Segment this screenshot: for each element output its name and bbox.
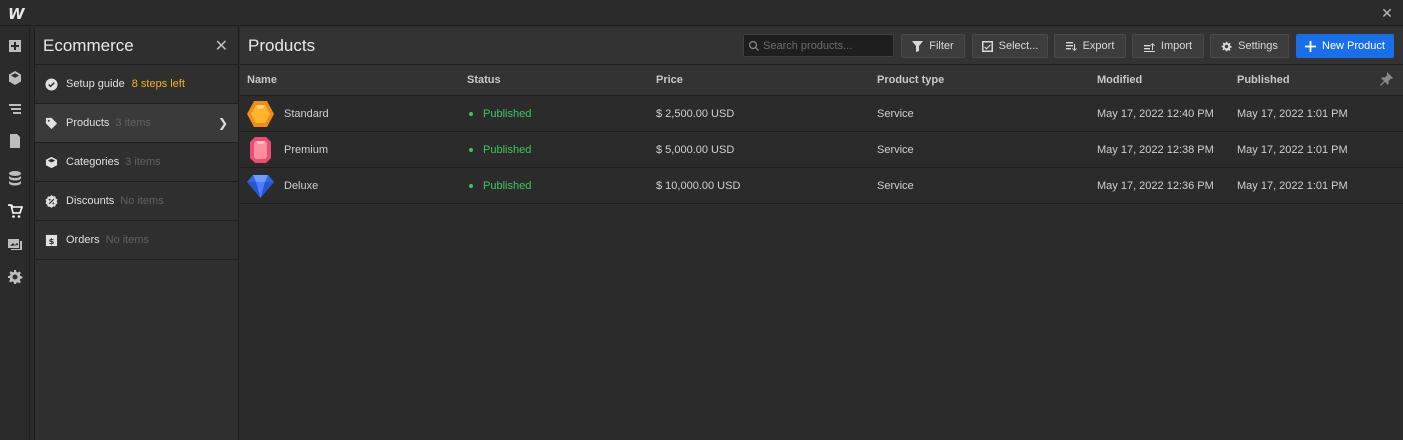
nav-item-orders[interactable]: $ Orders No items — [35, 221, 238, 260]
import-button[interactable]: Import — [1132, 34, 1204, 58]
settings-button[interactable]: Settings — [1210, 34, 1289, 58]
modified-date: May 17, 2022 12:40 PM — [1097, 108, 1214, 120]
nav-count: No items — [120, 195, 164, 207]
column-header-published[interactable]: Published — [1237, 74, 1290, 86]
nav-item-categories[interactable]: Categories 3 items — [35, 143, 238, 182]
box-icon — [45, 156, 58, 169]
products-toolbar: Products Filter Select... Export Import … — [240, 27, 1403, 65]
product-price: $ 5,000.00 USD — [656, 144, 735, 156]
export-icon — [1065, 41, 1077, 51]
product-type: Service — [877, 108, 914, 120]
assets-icon[interactable] — [5, 234, 25, 254]
tag-icon — [45, 117, 58, 130]
search-input[interactable] — [763, 39, 883, 52]
column-header-status[interactable]: Status — [467, 74, 501, 86]
chevron-right-icon: ❯ — [217, 116, 228, 130]
nav-label: Categories — [66, 156, 120, 168]
svg-text:$: $ — [49, 235, 55, 245]
new-product-button[interactable]: New Product — [1296, 34, 1394, 58]
nav-count: 3 items — [125, 156, 161, 168]
nav-label: Products — [66, 117, 110, 129]
checkbox-icon — [981, 40, 993, 52]
discount-badge-icon — [45, 194, 58, 208]
panel-title: Ecommerce — [43, 36, 134, 55]
status-badge: Published — [469, 108, 531, 120]
orange-gem-icon — [247, 101, 274, 127]
webflow-logo: W — [8, 5, 25, 23]
nav-item-discounts[interactable]: Discounts No items — [35, 182, 238, 221]
setup-steps-left: 8 steps left — [131, 78, 185, 90]
status-badge: Published — [469, 180, 531, 192]
left-toolbar — [0, 27, 30, 440]
published-date: May 17, 2022 1:01 PM — [1237, 180, 1348, 192]
top-bar: W ✕ — [0, 0, 1403, 26]
search-icon — [749, 40, 759, 51]
nav-label: Orders — [66, 234, 100, 246]
table-row[interactable]: Deluxe Published $ 10,000.00 USD Service… — [240, 168, 1403, 204]
nav-item-products[interactable]: Products 3 items ❯ — [35, 104, 238, 143]
table-header: Name Status Price Product type Modified … — [240, 65, 1403, 96]
settings-label: Settings — [1238, 40, 1278, 52]
filter-button[interactable]: Filter — [901, 34, 965, 58]
published-date: May 17, 2022 1:01 PM — [1237, 144, 1348, 156]
table-row[interactable]: Standard Published $ 2,500.00 USD Servic… — [240, 96, 1403, 132]
nav-item-setup-guide[interactable]: Setup guide 8 steps left — [35, 65, 238, 104]
ecommerce-cart-icon[interactable] — [5, 201, 25, 221]
select-label: Select... — [998, 40, 1039, 52]
close-icon[interactable]: ✕ — [215, 36, 228, 56]
nav-count: No items — [105, 234, 150, 246]
select-button[interactable]: Select... — [972, 34, 1048, 58]
pink-gem-icon — [250, 137, 271, 163]
components-icon[interactable] — [5, 68, 25, 88]
product-type: Service — [877, 180, 914, 192]
product-name: Standard — [284, 108, 329, 120]
cms-icon[interactable] — [5, 168, 25, 188]
close-icon[interactable]: ✕ — [1377, 3, 1397, 23]
export-button[interactable]: Export — [1054, 34, 1126, 58]
import-label: Import — [1160, 40, 1193, 52]
nav-label: Setup guide — [66, 78, 125, 90]
column-header-product-type[interactable]: Product type — [877, 74, 944, 86]
product-price: $ 2,500.00 USD — [656, 108, 735, 120]
gear-icon — [1221, 41, 1232, 51]
plus-icon — [1305, 40, 1316, 52]
settings-gear-icon[interactable] — [5, 267, 25, 287]
status-badge: Published — [469, 144, 531, 156]
column-header-price[interactable]: Price — [656, 74, 683, 86]
new-product-label: New Product — [1322, 40, 1385, 52]
modified-date: May 17, 2022 12:36 PM — [1097, 180, 1214, 192]
export-label: Export — [1082, 40, 1115, 52]
published-date: May 17, 2022 1:01 PM — [1237, 108, 1348, 120]
nav-count: 3 items — [115, 117, 151, 129]
column-header-name[interactable]: Name — [247, 74, 277, 86]
product-price: $ 10,000.00 USD — [656, 180, 741, 192]
import-icon — [1143, 42, 1155, 52]
nav-label: Discounts — [66, 195, 115, 207]
product-type: Service — [877, 144, 914, 156]
table-row[interactable]: Premium Published $ 5,000.00 USD Service… — [240, 132, 1403, 168]
add-panel-icon[interactable] — [5, 36, 25, 56]
products-view: Products Filter Select... Export Import … — [240, 27, 1403, 440]
modified-date: May 17, 2022 12:38 PM — [1097, 144, 1214, 156]
page-title: Products — [248, 36, 316, 55]
filter-icon — [912, 40, 924, 52]
product-name: Deluxe — [284, 180, 319, 192]
column-header-modified[interactable]: Modified — [1097, 74, 1142, 86]
check-circle-icon — [45, 77, 58, 91]
ecommerce-panel: Ecommerce ✕ Setup guide 8 steps left Pro… — [34, 27, 239, 440]
pin-icon[interactable] — [1379, 72, 1393, 86]
blue-diamond-icon — [247, 175, 274, 198]
filter-label: Filter — [929, 40, 954, 52]
product-name: Premium — [284, 144, 329, 156]
search-box[interactable] — [743, 34, 894, 57]
dollar-receipt-icon: $ — [45, 234, 58, 247]
pages-icon[interactable] — [5, 131, 25, 151]
navigator-icon[interactable] — [5, 99, 25, 119]
